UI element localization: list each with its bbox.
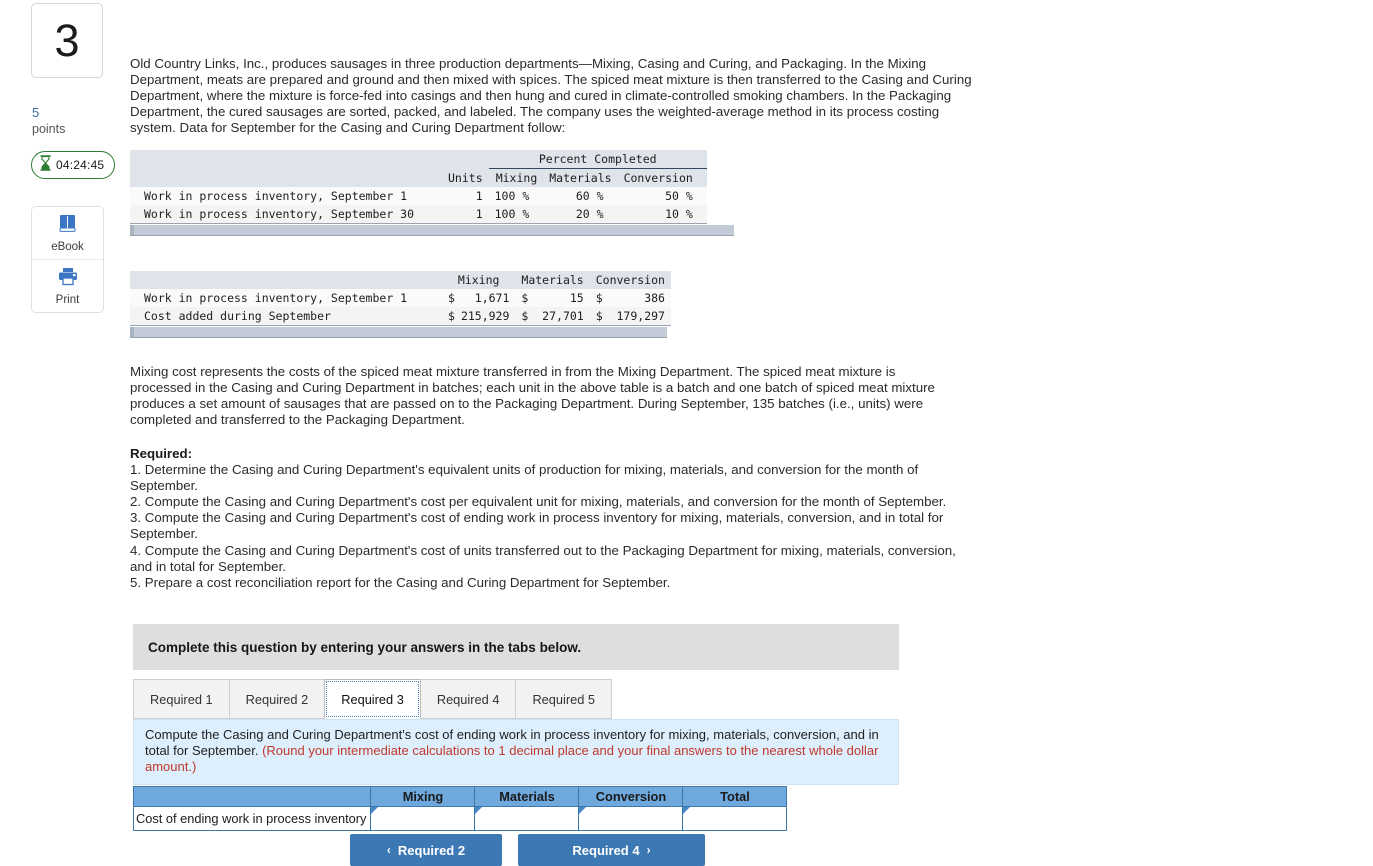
- resources-panel: eBook Print: [31, 206, 104, 313]
- table-row: Work in process inventory, September 30 …: [130, 205, 707, 224]
- cost-row0-mixing: 1,671: [454, 289, 516, 307]
- cost-row0-materials: 15: [529, 289, 590, 307]
- units-table-col-units: Units: [442, 168, 489, 187]
- required-item-2: 2. Compute the Casing and Curing Departm…: [130, 494, 947, 510]
- intro-paragraph: Old Country Links, Inc., produces sausag…: [130, 56, 972, 136]
- countdown-timer: 04:24:45: [31, 151, 116, 179]
- units-row1-mixing: 100 %: [488, 205, 544, 224]
- complete-question-banner: Complete this question by entering your …: [133, 624, 899, 670]
- units-row0-label: Work in process inventory, September 1: [130, 187, 442, 205]
- tab-instruction-panel: Compute the Casing and Curing Department…: [133, 719, 899, 785]
- units-row0-materials: 60 %: [543, 187, 618, 205]
- table-row: Work in process inventory, September 1 1…: [130, 187, 707, 205]
- required-item-1: 1. Determine the Casing and Curing Depar…: [130, 462, 919, 494]
- cost-row1-mixing: 215,929: [454, 307, 516, 326]
- answer-col-total: Total: [682, 786, 788, 807]
- units-row1-units: 1: [442, 205, 489, 224]
- cost-row1-conversion: 179,297: [604, 307, 671, 326]
- tab-required-5[interactable]: Required 5: [515, 679, 613, 719]
- tab-required-4[interactable]: Required 4: [419, 679, 517, 719]
- units-table-col-conversion: Conversion: [617, 168, 707, 187]
- units-table-col-materials: Materials: [543, 168, 618, 187]
- points-value: 5: [32, 105, 40, 120]
- units-row1-conversion: 10 %: [617, 205, 707, 224]
- mid-paragraph: Mixing cost represents the costs of the …: [130, 364, 935, 428]
- cost-row1-materials: 27,701: [529, 307, 590, 326]
- answer-cell-mixing[interactable]: [370, 806, 476, 831]
- book-icon: [57, 214, 78, 238]
- cost-row0-label: Work in process inventory, September 1: [130, 289, 442, 307]
- table-row: Work in process inventory, September 1 $…: [130, 289, 671, 307]
- cost-row1-materials-symbol: $: [515, 307, 530, 326]
- units-table: Percent Completed Units Mixing Materials…: [130, 150, 707, 224]
- units-row0-units: 1: [442, 187, 489, 205]
- points-block: 5 points: [32, 104, 112, 137]
- answer-col-mixing: Mixing: [370, 786, 476, 807]
- tab-required-2[interactable]: Required 2: [228, 679, 326, 719]
- chevron-left-icon: ‹: [386, 843, 391, 857]
- cost-row1-mixing-symbol: $: [442, 307, 455, 326]
- cost-table-col-conversion: Conversion: [589, 271, 671, 289]
- cost-row0-conversion: 386: [604, 289, 671, 307]
- ebook-button[interactable]: eBook: [32, 207, 103, 259]
- complete-question-text: Complete this question by entering your …: [148, 639, 582, 655]
- points-label: points: [32, 122, 66, 136]
- units-table-hscrollbar[interactable]: [130, 224, 734, 236]
- answer-table-header-row: Mixing Materials Conversion Total: [132, 786, 788, 807]
- cost-row1-label: Cost added during September: [130, 307, 442, 326]
- question-number-box: 3: [31, 3, 103, 78]
- requirement-tabs: Required 1 Required 2 Required 3 Require…: [133, 679, 613, 719]
- units-table-col-mixing: Mixing: [488, 168, 544, 187]
- input-mixing[interactable]: [371, 808, 475, 829]
- table-row: Cost of ending work in process inventory: [132, 806, 788, 831]
- required-item-4: 4. Compute the Casing and Curing Departm…: [130, 542, 956, 574]
- cost-table-hscrollbar[interactable]: [130, 326, 667, 338]
- cost-table-col-materials: Materials: [515, 271, 590, 289]
- question-sidebar: 3 5 points 04:24:45 eBook Print: [0, 0, 128, 850]
- units-row1-materials: 20 %: [543, 205, 618, 224]
- required-title: Required:: [130, 446, 193, 461]
- tab-required-1[interactable]: Required 1: [133, 679, 230, 719]
- units-row1-label: Work in process inventory, September 30: [130, 205, 442, 224]
- required-item-5: 5. Prepare a cost reconciliation report …: [130, 574, 671, 590]
- units-table-container: Percent Completed Units Mixing Materials…: [130, 150, 734, 236]
- table-row: Cost added during September $ 215,929 $ …: [130, 307, 671, 326]
- input-total[interactable]: [683, 808, 787, 829]
- prev-requirement-button[interactable]: ‹ Required 2: [350, 834, 502, 866]
- print-button[interactable]: Print: [32, 259, 103, 312]
- answer-cell-materials[interactable]: [474, 806, 580, 831]
- cost-row0-materials-symbol: $: [515, 289, 530, 307]
- answer-table-corner: [132, 786, 372, 807]
- answer-row-label: Cost of ending work in process inventory: [132, 806, 372, 831]
- answer-cell-total[interactable]: [682, 806, 788, 831]
- cost-row0-conversion-symbol: $: [589, 289, 605, 307]
- answer-col-materials: Materials: [474, 786, 580, 807]
- chevron-right-icon: ›: [646, 843, 651, 857]
- cost-row0-mixing-symbol: $: [442, 289, 455, 307]
- required-list: Required: 1. Determine the Casing and Cu…: [130, 446, 975, 591]
- cost-row1-conversion-symbol: $: [589, 307, 605, 326]
- next-requirement-button[interactable]: Required 4 ›: [518, 834, 705, 866]
- units-row0-conversion: 50 %: [617, 187, 707, 205]
- next-requirement-label: Required 4: [572, 842, 640, 858]
- timer-value: 04:24:45: [56, 158, 105, 172]
- cost-table-container: Mixing Materials Conversion Work in proc…: [130, 271, 671, 338]
- units-table-span-header: Percent Completed: [488, 150, 707, 169]
- units-row0-mixing: 100 %: [488, 187, 544, 205]
- required-item-3: 3. Compute the Casing and Curing Departm…: [130, 510, 944, 542]
- cost-table-col-mixing: Mixing: [442, 271, 516, 289]
- print-label: Print: [55, 293, 80, 306]
- input-materials[interactable]: [475, 808, 579, 829]
- answer-table: Mixing Materials Conversion Total Cost o…: [132, 786, 788, 831]
- input-conversion[interactable]: [579, 808, 683, 829]
- cost-table: Mixing Materials Conversion Work in proc…: [130, 271, 671, 326]
- ebook-label: eBook: [51, 240, 84, 253]
- answer-col-conversion: Conversion: [578, 786, 684, 807]
- question-number: 3: [54, 15, 80, 66]
- hourglass-icon: [40, 154, 51, 176]
- tab-required-3[interactable]: Required 3: [324, 679, 421, 719]
- printer-icon: [57, 267, 79, 291]
- prev-requirement-label: Required 2: [397, 842, 466, 858]
- answer-cell-conversion[interactable]: [578, 806, 684, 831]
